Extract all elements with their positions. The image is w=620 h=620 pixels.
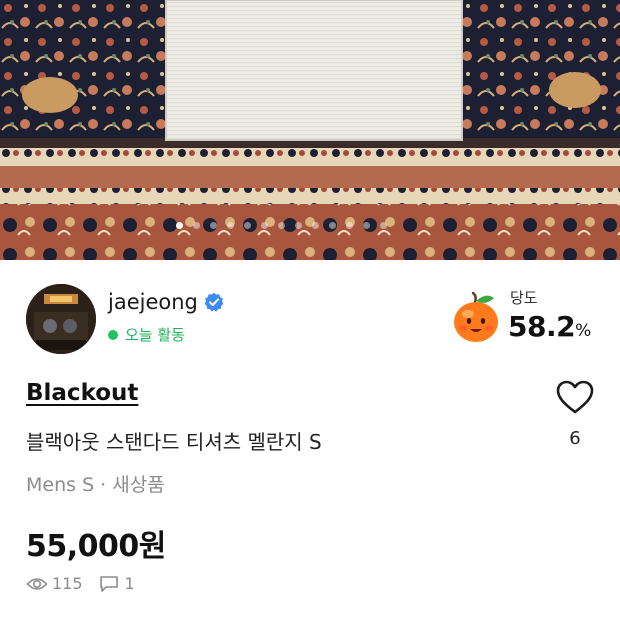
carousel-dot[interactable]: [329, 222, 336, 229]
carousel-indicator: [0, 222, 620, 232]
product-photo: [0, 0, 620, 260]
manner-temperature-value: 58.2%: [508, 310, 591, 343]
carousel-dot[interactable]: [380, 222, 387, 229]
comment-icon: [99, 575, 121, 593]
carousel-dot[interactable]: [363, 222, 370, 229]
carousel-dot[interactable]: [210, 222, 217, 229]
view-count: 115: [52, 574, 83, 593]
online-dot-icon: [108, 329, 118, 340]
activity-status-text: 오늘 활동: [125, 326, 185, 344]
manner-temperature-label: 당도: [510, 289, 538, 307]
product-title: 블랙아웃 스탠다드 티셔츠 멜란지 S: [26, 430, 322, 454]
like-count: 6: [569, 428, 581, 449]
heart-outline-icon[interactable]: [555, 378, 595, 418]
comment-count: 1: [124, 574, 135, 593]
carousel-dot[interactable]: [193, 222, 200, 229]
product-price: 55,000원: [26, 529, 166, 564]
eye-icon: [26, 575, 48, 593]
temperature-unit: %: [575, 321, 591, 341]
carousel-dot[interactable]: [261, 222, 268, 229]
carousel-dot[interactable]: [176, 222, 183, 229]
peach-icon: [450, 291, 502, 344]
product-meta: Mens S · 새상품: [26, 474, 165, 496]
brand-link[interactable]: Blackout: [26, 380, 138, 406]
seller-username[interactable]: jaejeong: [108, 290, 198, 314]
product-image-carousel[interactable]: [0, 0, 620, 260]
carousel-dot[interactable]: [244, 222, 251, 229]
carousel-dot[interactable]: [346, 222, 353, 229]
activity-status: 오늘 활동: [108, 324, 185, 345]
carousel-dot[interactable]: [278, 222, 285, 229]
seller-avatar[interactable]: [26, 284, 96, 354]
seller-info[interactable]: jaejeong: [108, 290, 224, 314]
verified-check-icon: [204, 292, 224, 312]
carousel-dot[interactable]: [295, 222, 302, 229]
like-button[interactable]: 6: [552, 378, 598, 458]
carousel-dot[interactable]: [227, 222, 234, 229]
product-stats: 115 1: [26, 574, 135, 593]
carousel-dot[interactable]: [312, 222, 319, 229]
temperature-number: 58.2: [508, 310, 576, 343]
